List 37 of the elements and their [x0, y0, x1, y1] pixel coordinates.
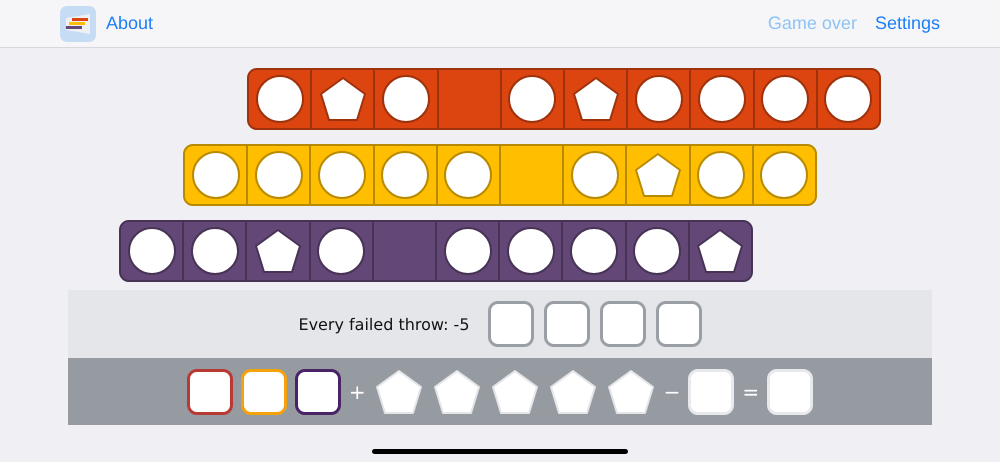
circle-mark[interactable] — [824, 75, 872, 123]
circle-mark[interactable] — [190, 227, 239, 275]
circle-mark[interactable] — [256, 75, 304, 123]
circle-mark[interactable] — [698, 75, 746, 123]
operator-sign: + — [348, 380, 366, 404]
pentagon-box — [606, 368, 656, 416]
circle-mark[interactable] — [128, 227, 176, 275]
circle-mark[interactable] — [633, 227, 682, 275]
circle-mark[interactable] — [634, 75, 683, 123]
pentagon-box — [548, 368, 598, 416]
circle-mark[interactable] — [570, 227, 618, 275]
circle-mark[interactable] — [444, 227, 492, 275]
app-icon[interactable] — [60, 6, 96, 42]
pentagon-mark — [633, 151, 684, 199]
circle-mark[interactable] — [761, 75, 810, 123]
pentagon-mark — [318, 75, 368, 123]
score-box[interactable] — [186, 368, 233, 414]
pentagon-mark — [695, 227, 746, 275]
pentagon-box — [432, 368, 482, 416]
score-box[interactable] — [294, 368, 341, 414]
circle-mark[interactable] — [508, 75, 556, 123]
circle-mark[interactable] — [317, 227, 366, 275]
pentagon-mark — [253, 227, 303, 275]
penalty-box[interactable] — [488, 301, 534, 347]
circle-mark[interactable] — [382, 75, 430, 123]
operator-sign: − — [664, 380, 680, 404]
about-link[interactable]: About — [106, 13, 154, 34]
penalty-box[interactable] — [600, 301, 646, 347]
penalty-label: Every failed throw: -5 — [298, 314, 470, 334]
penalty-box[interactable] — [656, 301, 702, 347]
pentagon-box — [374, 368, 424, 416]
nav-link[interactable]: Settings — [874, 13, 940, 34]
circle-mark[interactable] — [506, 227, 555, 275]
operator-sign: = — [742, 380, 760, 404]
pentagon-box — [490, 368, 540, 416]
pentagon-mark — [570, 75, 621, 123]
penalty-box[interactable] — [544, 301, 590, 347]
